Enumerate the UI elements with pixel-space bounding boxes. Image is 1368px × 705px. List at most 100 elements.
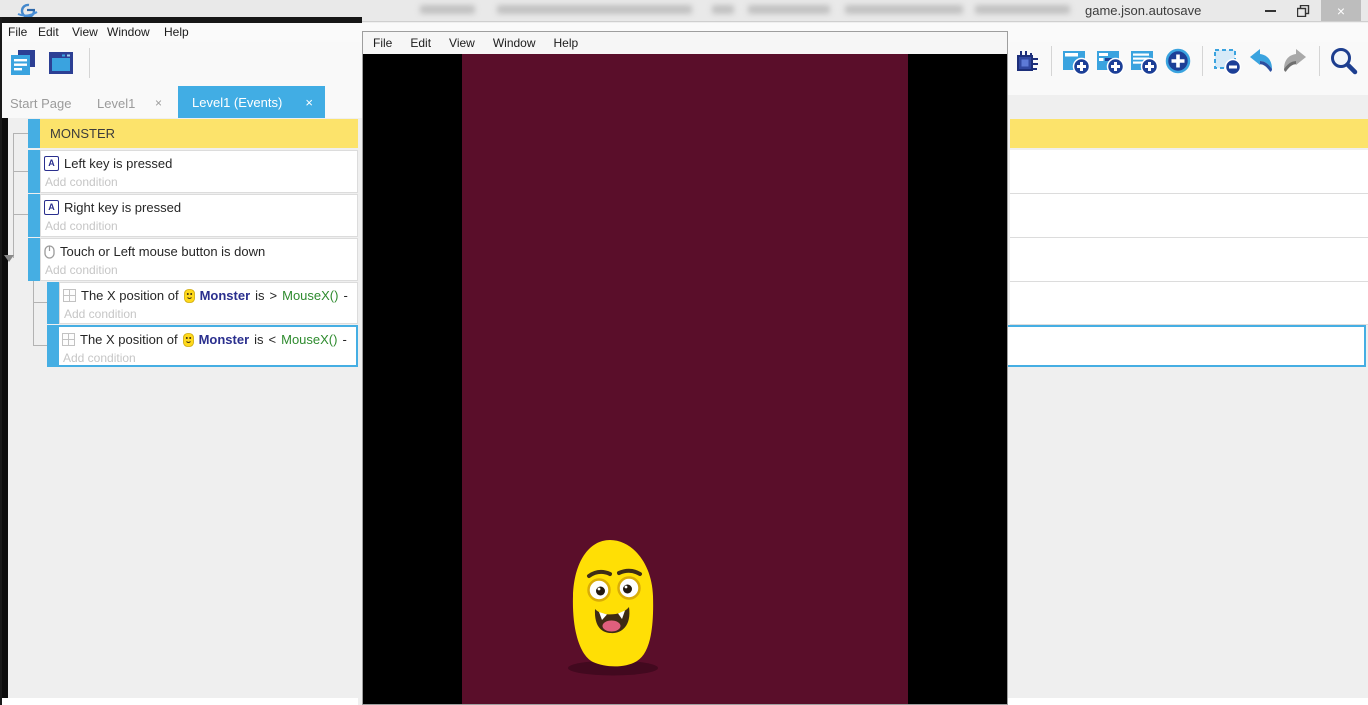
horizontal-scrollbar-track[interactable]: [1008, 698, 1368, 705]
event-row-continuation[interactable]: [1010, 238, 1368, 282]
redacted-title-text: [845, 5, 963, 14]
condition-expression: MouseX(): [281, 332, 337, 347]
event-handle[interactable]: [28, 150, 40, 193]
tab-level1[interactable]: Level1: [97, 96, 135, 111]
condition-text: Left key is pressed: [64, 156, 172, 171]
minimize-icon: [1265, 10, 1276, 12]
add-circle-icon[interactable]: [1163, 46, 1193, 76]
condition-tail: -: [343, 288, 347, 303]
restore-button[interactable]: [1289, 0, 1317, 21]
collapse-arrow-icon[interactable]: [4, 255, 14, 262]
add-event-icon[interactable]: [1061, 46, 1091, 76]
add-condition-link[interactable]: Add condition: [59, 347, 356, 365]
toolbar-separator: [1202, 46, 1203, 76]
undo-icon[interactable]: [1246, 46, 1276, 76]
object-name: Monster: [199, 332, 250, 347]
titlebar-dark-band: [0, 17, 362, 23]
events-sheet: MONSTER A Left key is pressed Add condit…: [0, 118, 362, 705]
redacted-title-text: [748, 5, 830, 14]
condition-operator: >: [270, 288, 278, 303]
tree-guide: [13, 171, 28, 172]
tab-label: Level1 (Events): [192, 95, 282, 110]
toolbar-separator: [1319, 46, 1320, 76]
keyboard-icon: A: [44, 156, 59, 171]
redacted-title-text: [497, 5, 692, 14]
sub-event-row-x-less-selected[interactable]: The X position of Monster is < MouseX() …: [57, 325, 358, 367]
tree-guide: [33, 345, 47, 346]
game-stage: [462, 54, 908, 704]
event-row-touch[interactable]: Touch or Left mouse button is down Add c…: [40, 238, 358, 281]
add-condition-link[interactable]: Add condition: [41, 171, 357, 189]
comment-row[interactable]: MONSTER: [40, 119, 358, 148]
menu-view[interactable]: View: [72, 23, 98, 39]
sub-event-row-x-greater[interactable]: The X position of Monster is > MouseX() …: [59, 282, 358, 324]
tab-level1-events-close-icon[interactable]: ×: [305, 95, 313, 110]
minimize-button[interactable]: [1256, 0, 1284, 21]
search-icon[interactable]: [1329, 46, 1359, 76]
menu-edit[interactable]: Edit: [38, 23, 59, 39]
close-icon: ×: [1337, 3, 1345, 19]
add-condition-link[interactable]: Add condition: [41, 259, 357, 277]
preview-menu-window[interactable]: Window: [493, 36, 536, 50]
add-condition-link[interactable]: Add condition: [60, 303, 357, 321]
deselect-icon[interactable]: [1212, 46, 1242, 76]
tab-start-page[interactable]: Start Page: [10, 96, 71, 111]
scene-editor-icon[interactable]: [46, 48, 76, 78]
event-row-left-key[interactable]: A Left key is pressed Add condition: [40, 150, 358, 193]
object-name: Monster: [200, 288, 251, 303]
selected-event-row-continuation[interactable]: [1008, 325, 1366, 367]
preview-menu-view[interactable]: View: [449, 36, 475, 50]
preview-menu-file[interactable]: File: [373, 36, 392, 50]
condition-line: The X position of Monster is > MouseX() …: [60, 283, 357, 303]
close-button[interactable]: ×: [1321, 0, 1361, 21]
debugger-icon[interactable]: [1012, 46, 1042, 76]
window-title: game.json.autosave: [1085, 3, 1201, 18]
menu-file[interactable]: File: [8, 23, 27, 39]
horizontal-scrollbar-track[interactable]: [0, 698, 358, 705]
condition-tail: -: [342, 332, 346, 347]
gdevelop-logo-icon: [16, 1, 40, 18]
tab-level1-events[interactable]: Level1 (Events) ×: [178, 86, 325, 118]
add-sub-event-icon[interactable]: [1095, 46, 1125, 76]
preview-menu-bar: File Edit View Window Help: [363, 32, 1007, 55]
preview-menu-edit[interactable]: Edit: [410, 36, 431, 50]
mouse-icon: [44, 245, 55, 259]
expression-icon: [63, 289, 76, 302]
condition-prefix: The X position of: [80, 332, 178, 347]
expression-icon: [62, 333, 75, 346]
toolbar-separator: [1051, 46, 1052, 76]
event-row-continuation[interactable]: [1010, 150, 1368, 194]
preview-menu-help[interactable]: Help: [554, 36, 579, 50]
event-row-continuation[interactable]: [1010, 194, 1368, 238]
event-handle[interactable]: [28, 119, 40, 148]
event-handle[interactable]: [47, 282, 59, 324]
comment-row-continuation[interactable]: [1010, 119, 1368, 148]
add-condition-link[interactable]: Add condition: [41, 215, 357, 233]
condition-line: The X position of Monster is < MouseX() …: [59, 327, 356, 347]
redacted-title-text: [420, 5, 475, 14]
condition-verb: is: [254, 332, 263, 347]
keyboard-icon: A: [44, 200, 59, 215]
tree-guide: [33, 302, 47, 303]
condition-line: A Right key is pressed: [41, 195, 357, 215]
event-handle[interactable]: [28, 194, 40, 237]
add-comment-icon[interactable]: [1129, 46, 1159, 76]
redo-icon[interactable]: [1280, 46, 1310, 76]
event-row-right-key[interactable]: A Right key is pressed Add condition: [40, 194, 358, 237]
menu-help[interactable]: Help: [164, 23, 189, 39]
condition-text: Touch or Left mouse button is down: [60, 244, 265, 259]
event-row-continuation[interactable]: [1010, 282, 1368, 325]
tab-level1-close-icon[interactable]: ×: [155, 96, 162, 110]
tree-guide: [13, 133, 28, 134]
project-manager-icon[interactable]: [8, 48, 38, 78]
monster-sprite: [562, 536, 662, 678]
menu-window[interactable]: Window: [107, 23, 150, 39]
condition-line: Touch or Left mouse button is down: [41, 239, 357, 259]
redacted-title-text: [712, 5, 734, 14]
game-canvas[interactable]: [363, 54, 1007, 704]
restore-icon: [1297, 5, 1310, 17]
condition-verb: is: [255, 288, 264, 303]
tree-guide: [13, 133, 14, 258]
event-handle[interactable]: [28, 238, 40, 281]
preview-window: File Edit View Window Help: [362, 31, 1008, 705]
